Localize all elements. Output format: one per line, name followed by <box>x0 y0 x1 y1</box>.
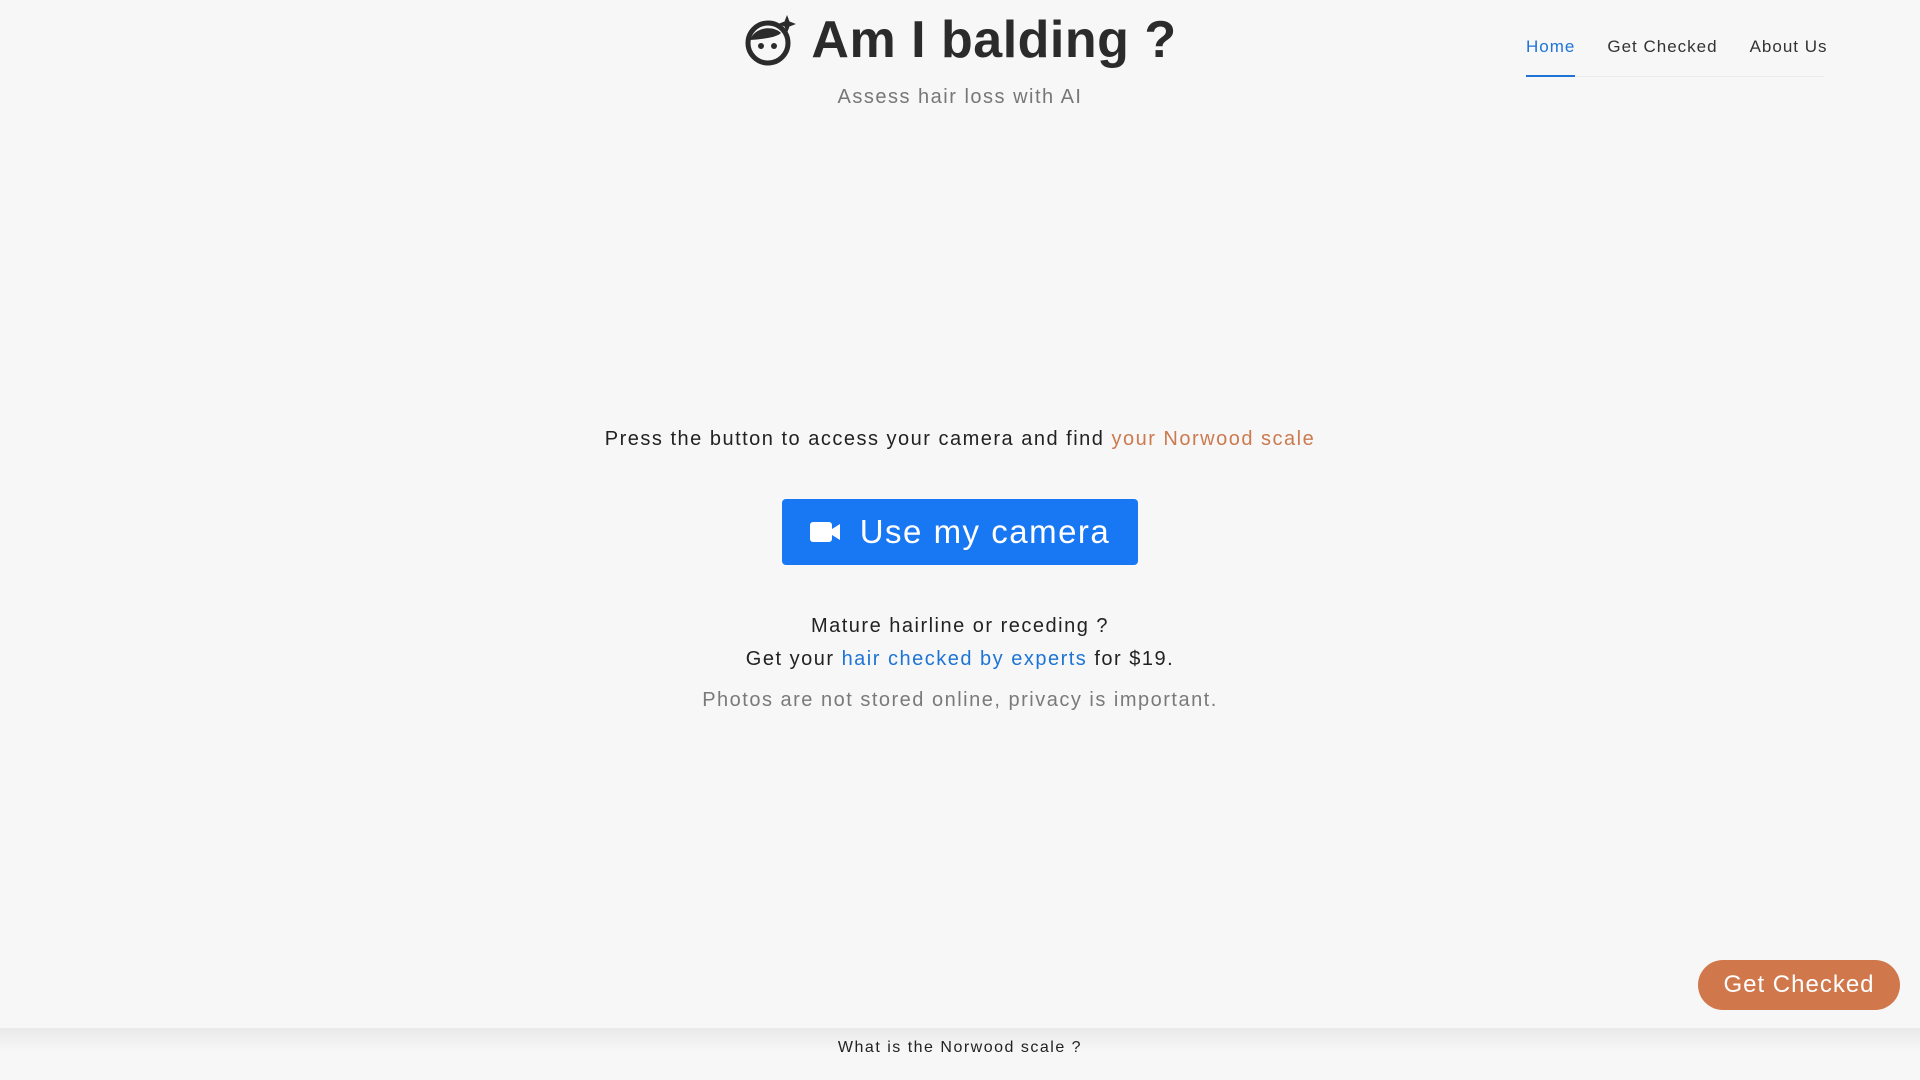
nav-home[interactable]: Home <box>1526 30 1576 77</box>
norwood-scale-info-link[interactable]: What is the Norwood scale ? <box>838 1039 1082 1080</box>
page: Am I balding ? Assess hair loss with AI … <box>0 0 1920 1080</box>
brand-logo[interactable]: Am I balding ? <box>743 8 1176 72</box>
expert-check-prefix: Get your <box>745 648 842 670</box>
footer: What is the Norwood scale ? <box>0 1028 1920 1080</box>
site-title: Am I balding ? <box>811 11 1177 69</box>
intro-text-label: Press the button to access your camera a… <box>604 428 1112 450</box>
intro-text: Press the button to access your camera a… <box>605 428 1315 451</box>
video-camera-icon <box>809 522 840 542</box>
mature-hairline-text: Mature hairline or receding ? <box>810 615 1110 637</box>
floating-get-checked-button[interactable]: Get Checked <box>1698 960 1900 1010</box>
nav-get-checked[interactable]: Get Checked <box>1607 30 1717 77</box>
expert-check-text: Get your hair checked by experts for $19… <box>746 648 1174 671</box>
expert-check-suffix: for $19. <box>1087 648 1175 670</box>
bald-face-sparkle-icon <box>745 15 797 66</box>
expert-check-link[interactable]: hair checked by experts <box>842 648 1088 670</box>
privacy-note: Photos are not stored online, privacy is… <box>702 689 1218 711</box>
use-camera-label: Use my camera <box>859 513 1111 550</box>
top-nav: Home Get Checked About Us <box>1526 30 1827 77</box>
norwood-scale-link[interactable]: your Norwood scale <box>1111 428 1315 450</box>
site-subtitle: Assess hair loss with AI <box>837 86 1083 108</box>
use-camera-button[interactable]: Use my camera <box>782 499 1138 565</box>
nav-about-us[interactable]: About Us <box>1750 30 1828 77</box>
main-content: Press the button to access your camera a… <box>0 428 1920 712</box>
